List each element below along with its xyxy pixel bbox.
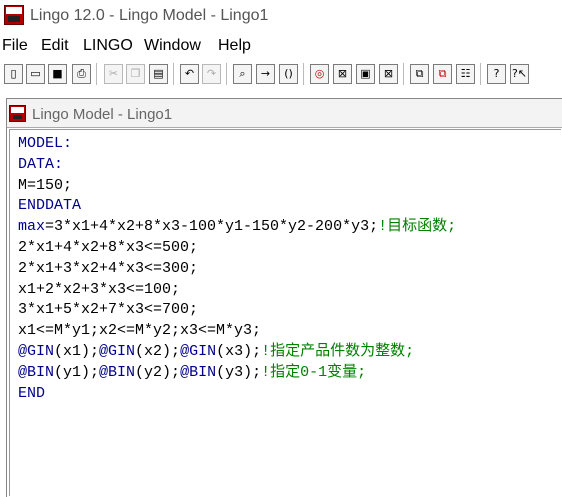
menu-lingo[interactable]: LINGO xyxy=(83,37,133,55)
code-line[interactable]: 2*x1+4*x2+8*x3<=500; xyxy=(18,238,456,259)
comment: !指定0-1变量; xyxy=(261,363,367,381)
goto-line-icon[interactable]: → xyxy=(256,64,275,84)
title-bar: Lingo 12.0 - Lingo Model - Lingo1 xyxy=(0,0,562,32)
send-to-back-icon[interactable]: ⧉ xyxy=(433,64,452,84)
keyword: DATA: xyxy=(18,155,64,173)
options-icon[interactable]: ☷ xyxy=(456,64,475,84)
comment: !目标函数; xyxy=(378,218,457,236)
keyword: END xyxy=(18,384,46,402)
keyword: max xyxy=(18,218,46,236)
function-keyword: @GIN xyxy=(180,342,217,360)
new-file-icon[interactable]: ▯ xyxy=(4,64,23,84)
menu-edit[interactable]: Edit xyxy=(41,37,69,55)
print-icon[interactable]: ⎙ xyxy=(72,64,91,84)
open-file-icon[interactable]: ▭ xyxy=(26,64,45,84)
toolbar-separator xyxy=(226,63,227,85)
code-line[interactable]: @BIN(y1);@BIN(y2);@BIN(y3);!指定0-1变量; xyxy=(18,363,456,384)
model-window: Lingo Model - Lingo1 MODEL: DATA: M=150; EN… xyxy=(6,98,562,497)
code-line[interactable]: max=3*x1+4*x2+8*x3-100*y1-150*y2-200*y3;… xyxy=(18,217,456,238)
redo-icon[interactable]: ↷ xyxy=(202,64,221,84)
keyword: ENDDATA xyxy=(18,197,82,215)
code-line[interactable]: @GIN(x1);@GIN(x2);@GIN(x3);!指定产品件数为整数; xyxy=(18,342,456,363)
code-line[interactable]: DATA: xyxy=(18,155,456,176)
menu-file[interactable]: File xyxy=(2,37,28,55)
cut-icon[interactable]: ✂ xyxy=(104,64,123,84)
solution-icon[interactable]: ⊠ xyxy=(333,64,352,84)
toolbar: ▯ ▭ ■ ⎙ ✂ ❐ ▤ ↶ ↷ ⌕ → () ◎ ⊠ ▣ ⊠ ⧉ ⧉ ☷ ?… xyxy=(0,62,562,88)
code-line[interactable]: ENDDATA xyxy=(18,196,456,217)
code-line[interactable]: x1<=M*y1;x2<=M*y2;x3<=M*y3; xyxy=(18,321,456,342)
find-icon[interactable]: ⌕ xyxy=(233,64,252,84)
code-line[interactable]: x1+2*x2+3*x3<=100; xyxy=(18,280,456,301)
paste-icon[interactable]: ▤ xyxy=(149,64,168,84)
function-keyword: @BIN xyxy=(18,363,55,381)
match-parenthesis-icon[interactable]: () xyxy=(279,64,298,84)
tile-icon[interactable]: ⧉ xyxy=(410,64,429,84)
close-all-icon[interactable]: ⊠ xyxy=(379,64,398,84)
code-text[interactable]: MODEL: DATA: M=150; ENDDATA max=3*x1+4*x2+8*… xyxy=(18,134,456,404)
toolbar-separator xyxy=(96,63,97,85)
comment: !指定产品件数为整数; xyxy=(261,342,415,360)
save-icon[interactable]: ■ xyxy=(48,64,67,84)
matrix-picture-icon[interactable]: ▣ xyxy=(356,64,375,84)
lingo-window-icon[interactable] xyxy=(9,105,26,122)
code-line[interactable]: 2*x1+3*x2+4*x3<=300; xyxy=(18,259,456,280)
code-line[interactable]: MODEL: xyxy=(18,134,456,155)
code-line[interactable]: END xyxy=(18,384,456,405)
function-keyword: @BIN xyxy=(99,363,136,381)
function-keyword: @GIN xyxy=(99,342,136,360)
function-keyword: @BIN xyxy=(180,363,217,381)
menu-help[interactable]: Help xyxy=(218,37,251,55)
keyword: MODEL: xyxy=(18,135,73,152)
toolbar-separator xyxy=(173,63,174,85)
model-window-titlebar[interactable]: Lingo Model - Lingo1 xyxy=(7,99,562,128)
code-line[interactable]: 3*x1+5*x2+7*x3<=700; xyxy=(18,300,456,321)
code-line[interactable]: M=150; xyxy=(18,176,456,197)
lingo-app-icon[interactable] xyxy=(4,5,24,25)
function-keyword: @GIN xyxy=(18,342,55,360)
context-help-icon[interactable]: ?↖ xyxy=(510,64,529,84)
undo-icon[interactable]: ↶ xyxy=(180,64,199,84)
solve-icon[interactable]: ◎ xyxy=(310,64,329,84)
copy-icon[interactable]: ❐ xyxy=(126,64,145,84)
toolbar-separator xyxy=(303,63,304,85)
code-editor[interactable]: MODEL: DATA: M=150; ENDDATA max=3*x1+4*x2+8*… xyxy=(9,129,561,496)
toolbar-separator xyxy=(480,63,481,85)
menu-bar: File Edit LINGO Window Help xyxy=(0,35,562,59)
help-icon[interactable]: ? xyxy=(487,64,506,84)
model-window-title: Lingo Model - Lingo1 xyxy=(32,106,173,123)
toolbar-separator xyxy=(403,63,404,85)
window-title: Lingo 12.0 - Lingo Model - Lingo1 xyxy=(30,7,269,24)
menu-window[interactable]: Window xyxy=(144,37,201,55)
